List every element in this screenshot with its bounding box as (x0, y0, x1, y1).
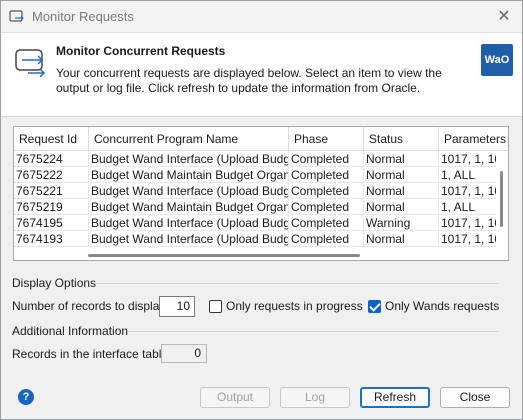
only-in-progress-label[interactable]: Only requests in progress (226, 299, 363, 313)
cell-program-name: Budget Wand Interface (Upload Budg... (89, 183, 289, 199)
cell-status: Warning (364, 215, 439, 231)
table-header: Request Id Concurrent Program Name Phase… (14, 127, 508, 151)
only-wands-label[interactable]: Only Wands requests (385, 299, 499, 313)
cell-phase: Completed (289, 167, 364, 183)
close-button[interactable]: Close (440, 387, 510, 408)
interface-table-records-label: Records in the interface table (12, 347, 169, 361)
table-row[interactable]: 7674193 Budget Wand Interface (Upload Bu… (14, 231, 498, 247)
output-button[interactable]: Output (200, 387, 270, 408)
cell-request-id: 7674193 (14, 231, 89, 247)
table-row[interactable]: 7675219 Budget Wand Maintain Budget Orga… (14, 199, 498, 215)
cell-phase: Completed (289, 231, 364, 247)
divider (127, 331, 498, 332)
records-to-display-label: Number of records to display (12, 299, 166, 313)
only-wands-checkbox[interactable] (368, 300, 381, 313)
column-header-request-id[interactable]: Request Id (14, 127, 89, 151)
cell-request-id: 7675221 (14, 183, 89, 199)
column-header-parameters[interactable]: Parameters (439, 127, 508, 151)
requests-table[interactable]: Request Id Concurrent Program Name Phase… (13, 126, 509, 261)
table-row[interactable]: 7675222 Budget Wand Maintain Budget Orga… (14, 167, 498, 183)
cell-parameters: 1017, 1, 10 (439, 151, 498, 167)
horizontal-scrollbar[interactable] (14, 250, 498, 260)
cell-request-id: 7675224 (14, 151, 89, 167)
table-row[interactable]: 7674195 Budget Wand Interface (Upload Bu… (14, 215, 498, 231)
cell-parameters: 1017, 1, 10 (439, 183, 498, 199)
monitor-requests-dialog: Monitor Requests ✕ Monitor Concurrent Re… (0, 0, 523, 420)
vertical-scroll-thumb[interactable] (500, 171, 503, 227)
cell-status: Normal (364, 183, 439, 199)
dialog-heading: Monitor Concurrent Requests (56, 44, 226, 58)
monitor-requests-icon (15, 49, 46, 78)
cell-phase: Completed (289, 183, 364, 199)
cell-phase: Completed (289, 215, 364, 231)
cell-status: Normal (364, 231, 439, 247)
divider (94, 283, 498, 284)
cell-status: Normal (364, 199, 439, 215)
table-row[interactable]: 7675224 Budget Wand Interface (Upload Bu… (14, 151, 498, 167)
header-panel: Monitor Concurrent Requests Your concurr… (1, 32, 522, 117)
dialog-description: Your concurrent requests are displayed b… (56, 66, 442, 95)
window-title: Monitor Requests (32, 9, 134, 24)
only-in-progress-checkbox[interactable] (209, 300, 222, 313)
display-options-heading: Display Options (12, 276, 97, 290)
help-icon[interactable]: ? (18, 389, 34, 405)
cell-request-id: 7675222 (14, 167, 89, 183)
cell-parameters: 1017, 1, 10 (439, 215, 498, 231)
monitor-requests-icon (9, 10, 24, 22)
refresh-button[interactable]: Refresh (360, 387, 430, 408)
records-to-display-input[interactable]: 10 (159, 296, 195, 317)
cell-parameters: 1, ALL (439, 167, 498, 183)
close-icon[interactable]: ✕ (494, 7, 514, 27)
cell-program-name: Budget Wand Interface (Upload Budg... (89, 215, 289, 231)
additional-information-heading: Additional Information (12, 324, 129, 338)
interface-table-records-value: 0 (161, 344, 207, 363)
cell-program-name: Budget Wand Maintain Budget Organis... (89, 199, 289, 215)
column-header-phase[interactable]: Phase (289, 127, 364, 151)
cell-program-name: Budget Wand Interface (Upload Budg... (89, 231, 289, 247)
cell-status: Normal (364, 167, 439, 183)
horizontal-scroll-thumb[interactable] (88, 254, 360, 257)
cell-request-id: 7675219 (14, 199, 89, 215)
column-header-program-name[interactable]: Concurrent Program Name (89, 127, 289, 151)
cell-phase: Completed (289, 199, 364, 215)
column-header-status[interactable]: Status (364, 127, 439, 151)
table-row[interactable]: 7675221 Budget Wand Interface (Upload Bu… (14, 183, 498, 199)
cell-status: Normal (364, 151, 439, 167)
wao-logo: WaO (481, 44, 513, 76)
cell-program-name: Budget Wand Interface (Upload Budg... (89, 151, 289, 167)
cell-parameters: 1017, 1, 10 (439, 231, 498, 247)
cell-request-id: 7674195 (14, 215, 89, 231)
cell-phase: Completed (289, 151, 364, 167)
vertical-scrollbar[interactable] (496, 151, 508, 260)
title-bar: Monitor Requests ✕ (1, 1, 522, 32)
log-button[interactable]: Log (280, 387, 350, 408)
cell-program-name: Budget Wand Maintain Budget Organis... (89, 167, 289, 183)
cell-parameters: 1, ALL (439, 199, 498, 215)
